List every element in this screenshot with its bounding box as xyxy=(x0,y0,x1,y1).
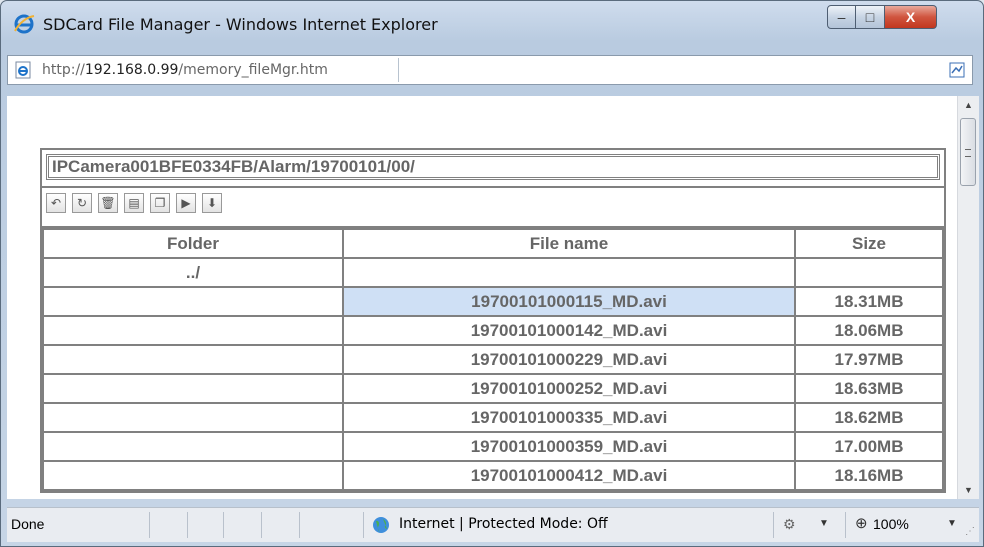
security-zone[interactable]: Internet | Protected Mode: Off xyxy=(399,516,608,532)
maximize-button[interactable]: □ xyxy=(856,5,885,29)
zoom-level[interactable]: 100% xyxy=(873,516,909,532)
folder-cell xyxy=(42,431,344,462)
scroll-up-arrow-icon[interactable]: ▲ xyxy=(958,100,979,110)
file-name-cell[interactable]: 19700101000252_MD.avi xyxy=(342,373,796,404)
download-button[interactable]: ⬇ xyxy=(202,193,222,213)
table-header-row: Folder File name Size xyxy=(42,228,944,259)
play-button[interactable]: ▶ xyxy=(176,193,196,213)
url-prefix: http:// xyxy=(42,62,85,78)
column-header-size[interactable]: Size xyxy=(794,228,944,259)
folder-cell xyxy=(42,286,344,317)
folder-cell xyxy=(42,460,344,491)
size-cell: 18.06MB xyxy=(794,315,944,346)
page-viewport: IPCamera001BFE0334FB/Alarm/19700101/00/ … xyxy=(7,96,957,499)
table-row[interactable]: 19700101000115_MD.avi 18.31MB xyxy=(42,286,944,317)
zoom-icon[interactable]: ⊕ xyxy=(855,514,868,532)
file-name-cell[interactable]: 19700101000229_MD.avi xyxy=(342,344,796,375)
protected-mode-icon[interactable]: ⚙ xyxy=(783,516,796,533)
status-text: Done xyxy=(11,516,45,532)
size-cell: 18.31MB xyxy=(794,286,944,317)
file-manager-panel: IPCamera001BFE0334FB/Alarm/19700101/00/ … xyxy=(40,148,946,493)
minimize-button[interactable]: – xyxy=(827,5,856,29)
size-cell: 17.00MB xyxy=(794,431,944,462)
table-row[interactable]: 19700101000142_MD.avi 18.06MB xyxy=(42,315,944,346)
file-table: Folder File name Size ../ 19700101000115… xyxy=(42,228,944,491)
globe-icon xyxy=(373,517,389,533)
file-name-cell[interactable]: 19700101000335_MD.avi xyxy=(342,402,796,433)
internet-explorer-icon xyxy=(14,14,35,34)
column-header-file-name[interactable]: File name xyxy=(342,228,796,259)
status-divider xyxy=(223,512,224,538)
address-bar[interactable]: http://192.168.0.99/memory_fileMgr.htm xyxy=(7,55,973,85)
browser-window: SDCard File Manager - Windows Internet E… xyxy=(0,0,984,547)
status-divider xyxy=(187,512,188,538)
url-host: 192.168.0.99 xyxy=(84,62,179,78)
table-row[interactable]: 19700101000335_MD.avi 18.62MB xyxy=(42,402,944,433)
path-row: IPCamera001BFE0334FB/Alarm/19700101/00/ xyxy=(42,150,944,188)
file-name-cell[interactable]: 19700101000115_MD.avi xyxy=(342,286,796,317)
file-name-cell[interactable]: 19700101000412_MD.avi xyxy=(342,460,796,491)
status-divider xyxy=(773,512,774,538)
folder-cell xyxy=(42,402,344,433)
folder-cell xyxy=(42,315,344,346)
table-row[interactable]: 19700101000412_MD.avi 18.16MB xyxy=(42,460,944,491)
page-icon xyxy=(15,61,31,79)
copy-button[interactable]: ❐ xyxy=(150,193,170,213)
file-name-cell[interactable]: 19700101000142_MD.avi xyxy=(342,315,796,346)
close-button[interactable]: X xyxy=(885,5,937,29)
size-cell xyxy=(794,257,944,288)
table-row[interactable]: 19700101000359_MD.avi 17.00MB xyxy=(42,431,944,462)
file-name-cell[interactable]: 19700101000359_MD.avi xyxy=(342,431,796,462)
size-cell: 18.16MB xyxy=(794,460,944,491)
select-all-button[interactable]: ▤ xyxy=(124,193,144,213)
folder-cell xyxy=(42,344,344,375)
file-name-cell xyxy=(342,257,796,288)
size-cell: 18.62MB xyxy=(794,402,944,433)
status-divider xyxy=(299,512,300,538)
status-bar: Done Internet | Protected Mode: Off ⚙ ▼ … xyxy=(7,507,979,542)
chevron-down-icon[interactable]: ▼ xyxy=(947,518,957,529)
status-divider xyxy=(149,512,150,538)
parent-folder-row[interactable]: ../ xyxy=(42,257,944,288)
table-row[interactable]: 19700101000252_MD.avi 18.63MB xyxy=(42,373,944,404)
address-url[interactable]: http://192.168.0.99/memory_fileMgr.htm xyxy=(42,62,328,78)
status-divider xyxy=(845,512,846,538)
scroll-down-arrow-icon[interactable]: ▼ xyxy=(958,485,979,495)
file-toolbar: ↶ ↻ 🗑 ▤ ❐ ▶ ⬇ xyxy=(42,188,944,228)
table-row[interactable]: 19700101000229_MD.avi 17.97MB xyxy=(42,344,944,375)
size-cell: 18.63MB xyxy=(794,373,944,404)
scroll-thumb[interactable] xyxy=(960,118,976,186)
column-header-folder[interactable]: Folder xyxy=(42,228,344,259)
delete-button[interactable]: 🗑 xyxy=(98,193,118,213)
size-cell: 17.97MB xyxy=(794,344,944,375)
vertical-scrollbar[interactable]: ▲ ▼ xyxy=(957,96,979,499)
title-bar[interactable]: SDCard File Manager - Windows Internet E… xyxy=(1,1,983,47)
status-divider xyxy=(261,512,262,538)
resize-grip-icon[interactable]: ⋰ xyxy=(965,526,975,537)
url-path: /memory_fileMgr.htm xyxy=(178,62,328,78)
folder-cell[interactable]: ../ xyxy=(42,257,344,288)
chevron-down-icon[interactable]: ▼ xyxy=(819,518,829,529)
refresh-button[interactable]: ↻ xyxy=(72,193,92,213)
window-title: SDCard File Manager - Windows Internet E… xyxy=(43,15,438,34)
back-button[interactable]: ↶ xyxy=(46,193,66,213)
folder-cell xyxy=(42,373,344,404)
address-divider xyxy=(398,58,399,82)
current-path: IPCamera001BFE0334FB/Alarm/19700101/00/ xyxy=(46,154,940,180)
compatibility-view-icon[interactable] xyxy=(948,61,966,79)
status-divider xyxy=(363,512,364,538)
grip-icon xyxy=(965,149,971,157)
